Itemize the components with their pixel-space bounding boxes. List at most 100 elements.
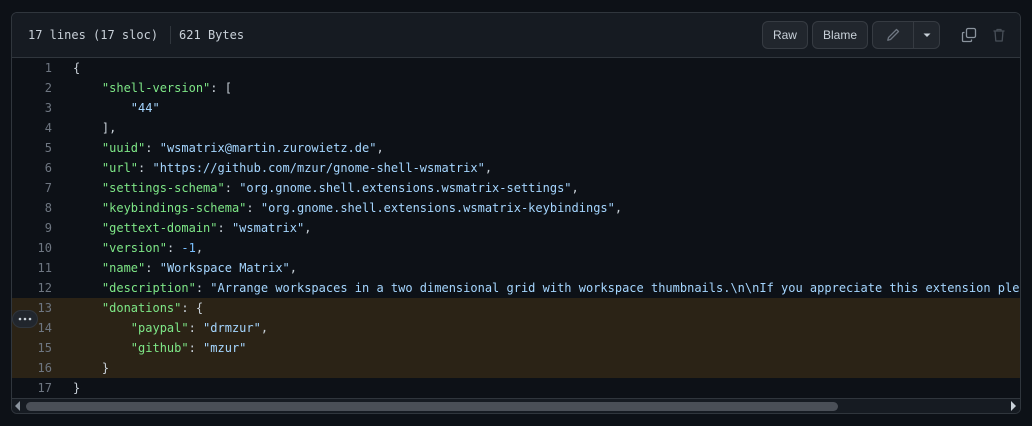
edit-button-group — [872, 21, 940, 49]
line-options-button[interactable] — [12, 310, 38, 328]
line-content: "settings-schema": "org.gnome.shell.exte… — [73, 181, 579, 195]
blame-button[interactable]: Blame — [811, 21, 868, 49]
json-punctuation: : — [224, 181, 240, 195]
json-string: "https://github.com/mzur/gnome-shell-wsm… — [152, 161, 485, 175]
code-line: 15 "github": "mzur" — [12, 338, 1020, 358]
code-line: 1{ — [12, 58, 1020, 78]
json-punctuation: : — [166, 241, 182, 255]
code-line: 8 "keybindings-schema": "org.gnome.shell… — [12, 198, 1020, 218]
json-punctuation: , — [614, 201, 623, 215]
code-line: 7 "settings-schema": "org.gnome.shell.ex… — [12, 178, 1020, 198]
code-line: 14 "paypal": "drmzur", — [12, 318, 1020, 338]
json-key: "version" — [101, 241, 167, 255]
scrollbar-thumb[interactable] — [26, 402, 838, 411]
line-content: "keybindings-schema": "org.gnome.shell.e… — [73, 201, 622, 215]
delete-button[interactable] — [986, 21, 1012, 49]
json-string: "wsmatrix" — [231, 221, 305, 235]
line-number[interactable]: 10 — [12, 241, 52, 255]
json-punctuation: ], — [101, 121, 117, 135]
code-line: 16 } — [12, 358, 1020, 378]
line-number[interactable]: 16 — [12, 361, 52, 375]
edit-dropdown-button[interactable] — [914, 21, 940, 49]
code-line: 10 "version": -1, — [12, 238, 1020, 258]
code-line: 11 "name": "Workspace Matrix", — [12, 258, 1020, 278]
scroll-left-arrow-icon[interactable] — [15, 401, 20, 411]
raw-button[interactable]: Raw — [761, 21, 808, 49]
json-key: "uuid" — [101, 141, 146, 155]
line-number[interactable]: 17 — [12, 381, 52, 395]
json-string: "org.gnome.shell.extensions.wsmatrix-set… — [239, 181, 572, 195]
code-line: 2 "shell-version": [ — [12, 78, 1020, 98]
line-content: "uuid": "wsmatrix@martin.zurowietz.de", — [73, 141, 384, 155]
json-key: "keybindings-schema" — [101, 201, 247, 215]
line-content: { — [73, 61, 80, 75]
line-number[interactable]: 2 — [12, 81, 52, 95]
code-line: 12 "description": "Arrange workspaces in… — [12, 278, 1020, 298]
json-punctuation: : [ — [210, 81, 232, 95]
json-punctuation: : — [188, 321, 204, 335]
json-punctuation: { — [73, 61, 81, 75]
kebab-horizontal-icon — [18, 317, 32, 321]
json-number: -1 — [181, 241, 196, 255]
scroll-right-arrow-icon[interactable] — [1011, 401, 1016, 411]
line-number[interactable]: 5 — [12, 141, 52, 155]
json-string: "44" — [130, 101, 160, 115]
json-string: "drmzur" — [203, 321, 261, 335]
json-punctuation: : — [145, 141, 160, 155]
json-key: "shell-version" — [101, 81, 211, 95]
json-key: "url" — [101, 161, 139, 175]
json-key: "donations" — [101, 301, 182, 315]
code-line: 9 "gettext-domain": "wsmatrix", — [12, 218, 1020, 238]
line-number[interactable]: 7 — [12, 181, 52, 195]
edit-button[interactable] — [872, 21, 914, 49]
json-key: "gettext-domain" — [101, 221, 218, 235]
line-content: } — [73, 381, 80, 395]
line-number[interactable]: 1 — [12, 61, 52, 75]
json-punctuation: , — [571, 181, 579, 195]
json-key: "description" — [101, 281, 196, 295]
line-count: 17 lines (17 sloc) — [28, 28, 159, 42]
json-punctuation: , — [289, 261, 297, 275]
json-punctuation: } — [101, 361, 110, 375]
trash-icon — [993, 28, 1005, 42]
line-content: "paypal": "drmzur", — [73, 321, 268, 335]
line-number[interactable]: 3 — [12, 101, 52, 115]
file-header: 17 lines (17 sloc) 621 Bytes Raw Blame — [12, 13, 1020, 58]
copy-button[interactable] — [956, 21, 982, 49]
line-number[interactable]: 11 — [12, 261, 52, 275]
json-punctuation: , — [376, 141, 384, 155]
json-punctuation: : — [217, 221, 232, 235]
file-meta: 17 lines (17 sloc) 621 Bytes — [28, 13, 244, 57]
json-string: "org.gnome.shell.extensions.wsmatrix-key… — [260, 201, 615, 215]
line-content: "gettext-domain": "wsmatrix", — [73, 221, 312, 235]
line-number[interactable]: 6 — [12, 161, 52, 175]
json-punctuation: : — [195, 281, 211, 295]
line-number[interactable]: 4 — [12, 121, 52, 135]
json-key: "settings-schema" — [101, 181, 225, 195]
line-number[interactable]: 15 — [12, 341, 52, 355]
code-line: 17} — [12, 378, 1020, 398]
json-punctuation: , — [260, 321, 269, 335]
line-content: "url": "https://github.com/mzur/gnome-sh… — [73, 161, 492, 175]
code-view: 1{2 "shell-version": [3 "44" 4 ], 5 "uuid"… — [12, 58, 1020, 398]
pencil-icon — [887, 28, 900, 41]
json-key: "github" — [130, 341, 189, 355]
line-number[interactable]: 12 — [12, 281, 52, 295]
json-punctuation: : — [138, 161, 153, 175]
json-string: "Workspace Matrix" — [159, 261, 290, 275]
code-line: 4 ], — [12, 118, 1020, 138]
json-punctuation: : { — [181, 301, 204, 315]
line-content: } — [73, 361, 109, 375]
line-content: "name": "Workspace Matrix", — [73, 261, 297, 275]
code-line: 5 "uuid": "wsmatrix@martin.zurowietz.de"… — [12, 138, 1020, 158]
line-content: ], — [73, 121, 116, 135]
json-string: "wsmatrix@martin.zurowietz.de" — [159, 141, 377, 155]
json-string: "mzur" — [203, 341, 247, 355]
json-punctuation: : — [246, 201, 261, 215]
line-number[interactable]: 9 — [12, 221, 52, 235]
line-content: "44" — [73, 101, 160, 115]
line-number[interactable]: 8 — [12, 201, 52, 215]
copy-icon — [961, 27, 977, 43]
horizontal-scrollbar[interactable] — [12, 398, 1020, 413]
code-line: 13 "donations": { — [12, 298, 1020, 318]
